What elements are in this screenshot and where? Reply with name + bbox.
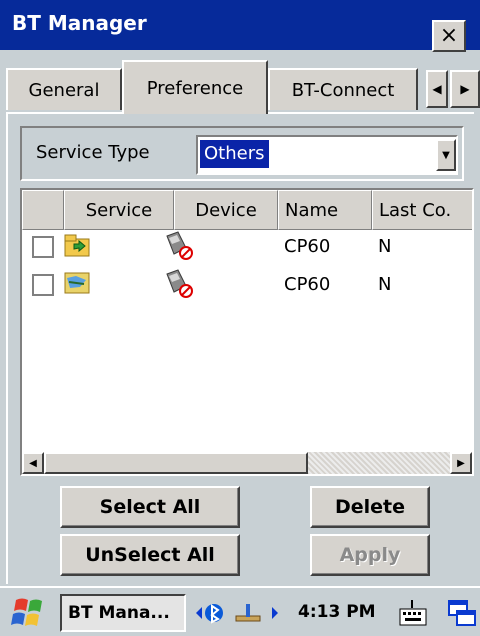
arrow-left-icon: ◀: [432, 82, 442, 96]
clock[interactable]: 4:13 PM: [298, 602, 376, 622]
select-all-button[interactable]: Select All: [60, 486, 240, 528]
service-type-label: Service Type: [36, 142, 150, 163]
row-checkbox[interactable]: [32, 236, 54, 258]
tab-bt-connect[interactable]: BT-Connect: [268, 68, 418, 110]
tab-scroll-left-button[interactable]: ◀: [426, 70, 448, 108]
scroll-left-button[interactable]: ◀: [22, 452, 44, 474]
close-icon: ×: [439, 23, 459, 48]
column-header-service[interactable]: Service: [64, 190, 174, 230]
window-title: BT Manager: [12, 11, 147, 35]
row-name: CP60: [284, 236, 331, 257]
scroll-right-button[interactable]: ▶: [450, 452, 472, 474]
close-button[interactable]: ×: [432, 20, 466, 52]
arrow-right-icon: ▶: [460, 82, 470, 96]
taskbar-task-bt-manager[interactable]: BT Mana...: [60, 594, 186, 632]
keyboard-icon[interactable]: [396, 596, 430, 630]
desktop-switch-icon[interactable]: [446, 596, 478, 630]
chevron-down-icon: ▼: [442, 149, 450, 161]
unselect-all-button[interactable]: UnSelect All: [60, 534, 240, 576]
column-header-last-connected[interactable]: Last Co.: [372, 190, 472, 230]
column-header-check[interactable]: [22, 190, 64, 230]
row-last-connected: N: [378, 236, 392, 257]
system-tray-icons: [196, 604, 278, 624]
arrow-left-icon: ◀: [29, 457, 37, 469]
row-checkbox[interactable]: [32, 274, 54, 296]
service-type-dropdown-button[interactable]: ▼: [436, 139, 456, 171]
tab-scroll-right-button[interactable]: ▶: [450, 70, 480, 108]
arrow-right-icon: ▶: [457, 457, 465, 469]
tab-general[interactable]: General: [6, 68, 122, 110]
pda-device-icon: [166, 231, 193, 260]
horizontal-scrollbar[interactable]: ◀ ▶: [22, 452, 472, 474]
scroll-thumb[interactable]: [44, 452, 308, 474]
service-share-icon: [64, 234, 90, 257]
tab-preference[interactable]: Preference: [122, 60, 268, 114]
apply-button[interactable]: Apply: [310, 534, 430, 576]
row-last-connected: N: [378, 274, 392, 295]
column-header-name[interactable]: Name: [278, 190, 372, 230]
delete-button[interactable]: Delete: [310, 486, 430, 528]
service-list[interactable]: Service Device Name Last Co. CP60 N CP60…: [20, 188, 474, 476]
column-header-device[interactable]: Device: [174, 190, 278, 230]
row-name: CP60: [284, 274, 331, 295]
service-map-icon: [64, 272, 90, 294]
start-windows-icon[interactable]: [10, 596, 46, 630]
service-type-value[interactable]: Others: [199, 139, 270, 169]
pda-device-icon: [166, 269, 193, 298]
